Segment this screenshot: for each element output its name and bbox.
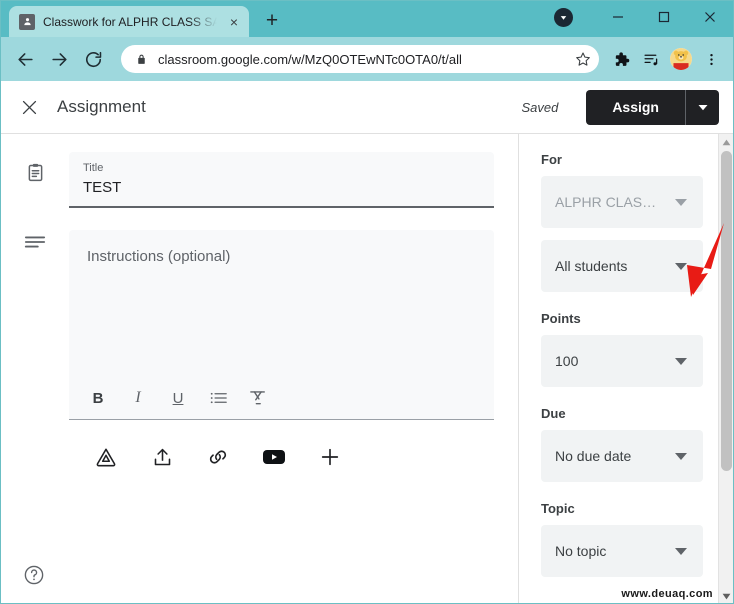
description-lines-icon — [19, 230, 51, 250]
instructions-placeholder: Instructions (optional) — [87, 248, 231, 265]
assign-dropdown-caret-icon[interactable] — [685, 89, 719, 125]
bold-button[interactable]: B — [87, 387, 109, 409]
reload-icon[interactable] — [77, 43, 109, 75]
rich-text-toolbar: B I U — [87, 387, 480, 419]
chevron-down-icon — [675, 357, 687, 365]
due-dropdown-value: No due date — [555, 448, 632, 464]
chevron-down-icon — [675, 452, 687, 460]
google-drive-button[interactable] — [91, 442, 121, 472]
window-maximize-button[interactable] — [641, 1, 687, 33]
watermark: www.deuaq.com — [618, 587, 716, 601]
chevron-down-icon — [675, 262, 687, 270]
bulleted-list-button[interactable] — [207, 387, 229, 409]
browser-tabstrip: Classwork for ALPHR CLASS SAM × + — [1, 1, 733, 37]
assign-button-group: Assign — [586, 89, 719, 125]
scrollbar-thumb[interactable] — [721, 151, 732, 471]
class-dropdown[interactable]: ALPHR CLAS… — [541, 176, 703, 228]
title-value: TEST — [83, 179, 122, 196]
lock-icon — [135, 53, 148, 66]
upload-button[interactable] — [147, 442, 177, 472]
clear-formatting-button[interactable] — [247, 387, 269, 409]
chevron-down-icon — [675, 547, 687, 555]
window-close-button[interactable] — [687, 1, 733, 33]
youtube-button[interactable] — [259, 442, 289, 472]
topic-label: Topic — [541, 501, 575, 516]
page-scrollbar[interactable] — [718, 134, 733, 603]
points-dropdown-value: 100 — [555, 353, 579, 369]
new-tab-button[interactable]: + — [259, 7, 285, 33]
close-icon[interactable] — [15, 93, 43, 121]
instructions-input[interactable]: Instructions (optional) B I U — [69, 230, 494, 420]
window-minimize-button[interactable] — [595, 1, 641, 33]
assignment-header: Assignment Saved Assign — [1, 81, 733, 134]
assignment-body: Title TEST Instructions (optional) B I U — [1, 134, 733, 603]
classroom-favicon — [19, 13, 35, 30]
due-label: Due — [541, 406, 566, 421]
link-button[interactable] — [203, 442, 233, 472]
browser-toolbar: classroom.google.com/w/MzQ0OTEwNTc0OTA0/… — [1, 37, 733, 81]
create-button[interactable] — [315, 442, 345, 472]
window-controls — [554, 1, 733, 33]
points-label: Points — [541, 311, 581, 326]
title-field-row: Title TEST — [19, 152, 494, 208]
assignment-sidebar: For ALPHR CLAS… All students Points 100 … — [519, 134, 733, 603]
all-students-dropdown[interactable]: All students — [541, 240, 703, 292]
reading-list-icon[interactable] — [637, 45, 665, 73]
browser-window: Classwork for ALPHR CLASS SAM × + classr… — [0, 0, 734, 604]
address-bar-url: classroom.google.com/w/MzQ0OTEwNTc0OTA0/… — [158, 51, 462, 67]
star-icon[interactable] — [575, 51, 591, 67]
download-badge-icon[interactable] — [554, 7, 573, 27]
topic-dropdown[interactable]: No topic — [541, 525, 703, 577]
back-arrow-icon[interactable] — [9, 43, 41, 75]
attachment-row — [91, 442, 494, 472]
instructions-field-row: Instructions (optional) B I U — [19, 230, 494, 420]
address-bar[interactable]: classroom.google.com/w/MzQ0OTEwNTc0OTA0/… — [121, 45, 599, 73]
class-dropdown-value: ALPHR CLAS… — [555, 194, 657, 210]
italic-button[interactable]: I — [127, 387, 149, 409]
browser-tab[interactable]: Classwork for ALPHR CLASS SAM × — [9, 6, 249, 37]
assignment-main-column: Title TEST Instructions (optional) B I U — [1, 134, 519, 603]
chevron-down-icon — [675, 198, 687, 206]
forward-arrow-icon[interactable] — [43, 43, 75, 75]
three-dot-menu-icon[interactable] — [697, 45, 725, 73]
for-label: For — [541, 152, 562, 167]
scroll-up-arrow-icon[interactable] — [719, 134, 733, 150]
points-dropdown[interactable]: 100 — [541, 335, 703, 387]
puzzle-icon[interactable] — [607, 45, 635, 73]
close-tab-icon[interactable]: × — [225, 13, 243, 31]
title-label: Title — [83, 162, 104, 174]
scroll-down-arrow-icon[interactable] — [719, 588, 733, 603]
help-button[interactable] — [21, 562, 47, 588]
title-input[interactable]: Title TEST — [69, 152, 494, 208]
profile-avatar[interactable] — [670, 48, 692, 70]
saved-status: Saved — [521, 99, 559, 115]
page-title: Assignment — [57, 97, 146, 116]
underline-button[interactable]: U — [167, 387, 189, 409]
browser-tab-title: Classwork for ALPHR CLASS SAM — [43, 14, 217, 29]
topic-dropdown-value: No topic — [555, 543, 607, 559]
assign-button[interactable]: Assign — [586, 89, 685, 125]
due-dropdown[interactable]: No due date — [541, 430, 703, 482]
all-students-dropdown-value: All students — [555, 258, 628, 274]
assignment-clipboard-icon — [19, 152, 51, 183]
